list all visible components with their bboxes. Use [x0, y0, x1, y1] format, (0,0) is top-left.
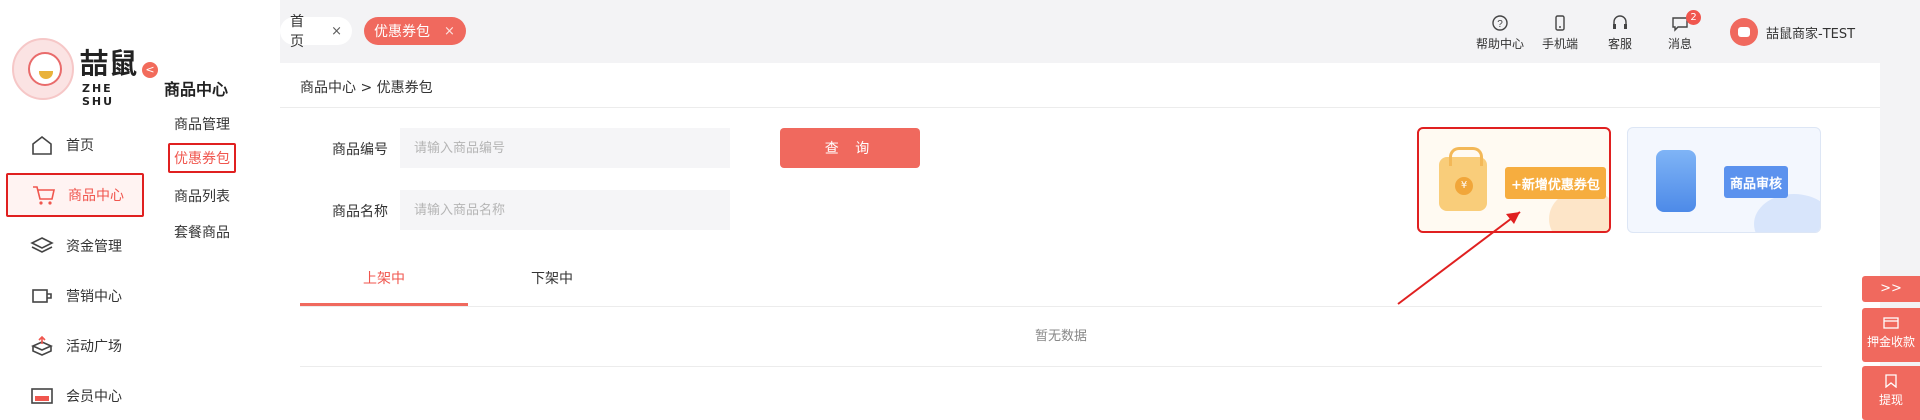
upload-box-icon: [28, 335, 56, 357]
bookmark-icon: [1885, 374, 1897, 388]
sidebar-item-label: 会员中心: [66, 389, 122, 405]
coupon-bag-icon: ¥: [1439, 147, 1487, 211]
deposit-collect-button[interactable]: 押金收款: [1862, 308, 1920, 362]
sidebar-item-label: 首页: [66, 138, 94, 154]
goods-audit-card[interactable]: 商品审核: [1627, 127, 1821, 233]
close-icon[interactable]: ×: [444, 24, 455, 39]
goods-audit-button[interactable]: 商品审核: [1724, 166, 1789, 198]
tab-label: 首页: [290, 14, 304, 50]
help-icon: ?: [1492, 15, 1508, 31]
user-menu[interactable]: 喆鼠商家-TEST: [1730, 18, 1855, 46]
price-tag-icon: [1656, 150, 1696, 212]
goods-name-label: 商品名称: [332, 204, 388, 220]
logo-text-en: ZHE SHU: [82, 82, 115, 108]
sidebar-item-label: 营销中心: [66, 289, 122, 305]
layers-icon: [28, 235, 56, 257]
breadcrumb: 商品中心 > 优惠券包: [300, 80, 433, 96]
help-center-button[interactable]: ? 帮助中心: [1470, 14, 1530, 52]
sub-sidebar: 商品中心 商品管理 优惠券包 商品列表 套餐商品: [150, 0, 280, 420]
help-center-label: 帮助中心: [1475, 37, 1524, 51]
tab-label: 下架中: [531, 271, 573, 287]
logo-mascot-icon: [12, 38, 74, 100]
home-icon: [28, 134, 56, 156]
app-root: 喆鼠 ZHE SHU 首页 商品中心 资金管理 营销中心 活动广场 会员中心 <…: [0, 0, 1920, 420]
messages-label: 消息: [1667, 37, 1692, 51]
add-coupon-pack-button[interactable]: +新增优惠券包: [1505, 167, 1606, 199]
subnav-item-package-goods[interactable]: 套餐商品: [174, 222, 230, 242]
tab-home[interactable]: 首页 ×: [280, 14, 352, 50]
message-count-badge: 2: [1686, 10, 1701, 25]
withdraw-button[interactable]: 提现: [1862, 366, 1920, 420]
logo-text-cn: 喆鼠: [80, 47, 139, 80]
tab-label: 优惠券包: [374, 24, 430, 40]
deposit-collect-label: 押金收款: [1866, 335, 1915, 349]
main-sidebar: 喆鼠 ZHE SHU 首页 商品中心 资金管理 营销中心 活动广场 会员中心: [0, 0, 150, 420]
vip-icon: [28, 385, 56, 407]
float-toggle-button[interactable]: >>: [1862, 276, 1920, 302]
tab-label: 上架中: [363, 271, 405, 287]
top-bar: 首页 × 优惠券包 × ? 帮助中心 手机端 客服 2 消息 喆鼠商家-TEST: [280, 0, 1920, 63]
sidebar-item-goods-center[interactable]: 商品中心: [6, 173, 144, 217]
goods-code-input[interactable]: [400, 128, 730, 168]
brand-logo: 喆鼠 ZHE SHU: [12, 38, 142, 108]
divider: [280, 107, 1880, 108]
subnav-item-goods-list[interactable]: 商品列表: [174, 186, 230, 206]
goods-code-label: 商品编号: [332, 142, 388, 158]
card-icon: [1883, 317, 1899, 329]
tab-off-shelf[interactable]: 下架中: [468, 268, 636, 306]
query-button[interactable]: 查 询: [780, 128, 920, 168]
sidebar-item-funds[interactable]: 资金管理: [6, 224, 144, 268]
sidebar-item-marketing[interactable]: 营销中心: [6, 274, 144, 318]
mobile-label: 手机端: [1541, 37, 1578, 51]
collapse-sidebar-button[interactable]: <: [142, 62, 158, 78]
sidebar-item-label: 活动广场: [66, 339, 122, 355]
avatar: [1730, 18, 1758, 46]
messages-button[interactable]: 2 消息: [1650, 10, 1710, 52]
headset-icon: [1613, 15, 1627, 29]
close-icon[interactable]: ×: [331, 24, 342, 39]
mobile-icon: [1555, 15, 1565, 31]
subnav-title: 商品中心: [164, 80, 229, 99]
main-panel: 商品中心 > 优惠券包 商品编号 商品名称 查 询 ¥ +新增优惠券包 商品审核…: [280, 63, 1880, 420]
subnav-item-goods-manage[interactable]: 商品管理: [174, 114, 230, 134]
customer-service-label: 客服: [1607, 37, 1632, 51]
withdraw-label: 提现: [1878, 393, 1903, 407]
tab-coupon-pack[interactable]: 优惠券包 ×: [364, 17, 466, 45]
sidebar-item-members[interactable]: 会员中心: [6, 374, 144, 418]
sidebar-item-activities[interactable]: 活动广场: [6, 324, 144, 368]
subnav-item-coupon-pack[interactable]: 优惠券包: [168, 143, 236, 173]
cart-icon: [30, 184, 58, 206]
add-coupon-pack-card[interactable]: ¥ +新增优惠券包: [1417, 127, 1611, 233]
customer-service-button[interactable]: 客服: [1590, 14, 1650, 52]
mobile-button[interactable]: 手机端: [1530, 14, 1590, 52]
marketing-icon: [28, 285, 56, 307]
sidebar-item-home[interactable]: 首页: [6, 123, 144, 167]
empty-state-text: 暂无数据: [300, 307, 1822, 367]
goods-name-input[interactable]: [400, 190, 730, 230]
user-name: 喆鼠商家-TEST: [1766, 26, 1856, 42]
svg-text:?: ?: [1497, 19, 1503, 30]
sidebar-item-label: 商品中心: [68, 188, 124, 204]
tab-on-shelf[interactable]: 上架中: [300, 268, 468, 306]
sidebar-item-label: 资金管理: [66, 239, 122, 255]
